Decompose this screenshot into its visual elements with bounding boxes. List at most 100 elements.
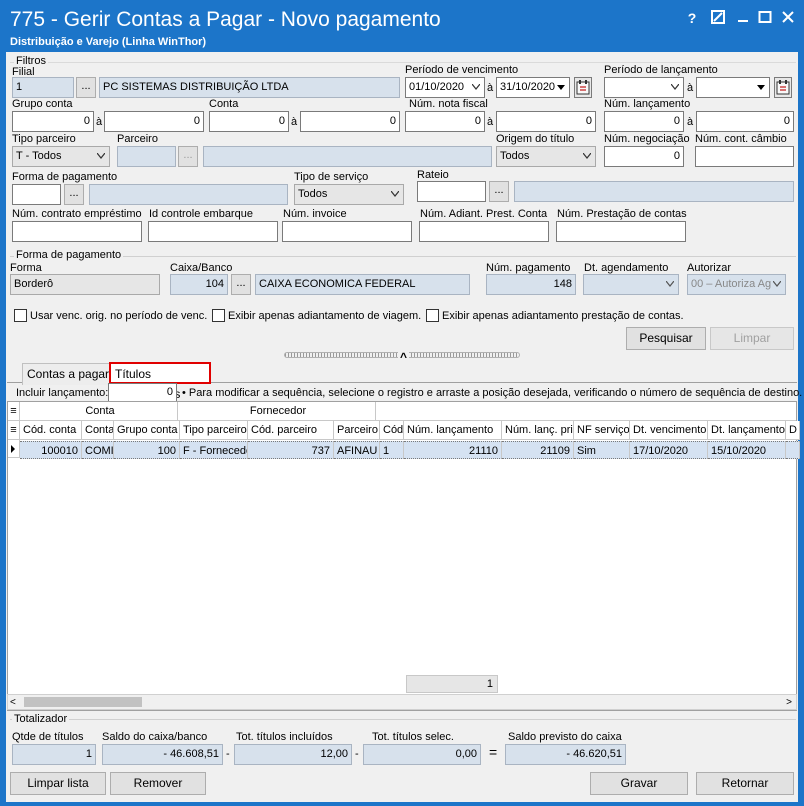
filial-search-button[interactable]: ...	[76, 77, 96, 98]
previsto-input[interactable]: - 46.620,51	[505, 744, 626, 765]
column-header[interactable]: Dt. vencimento	[630, 421, 708, 440]
periodo-venc-to-combo[interactable]: 31/10/2020	[496, 77, 570, 98]
contrato-input[interactable]	[12, 221, 142, 242]
dt-agend-combo[interactable]	[583, 274, 679, 295]
origem-combo[interactable]: Todos	[496, 146, 596, 167]
conta-from-input[interactable]: 0	[209, 111, 289, 132]
maximize-icon[interactable]	[757, 10, 773, 26]
usar-venc-checkbox[interactable]	[14, 309, 27, 322]
table-cell[interactable]: 1	[380, 441, 404, 459]
forma-pag-search-button[interactable]: ...	[64, 184, 84, 205]
prestacao-input[interactable]	[556, 221, 686, 242]
restore-icon[interactable]	[710, 10, 726, 26]
nota-to-input[interactable]: 0	[496, 111, 596, 132]
minimize-icon[interactable]	[735, 10, 751, 26]
tab-contas-a-pagar[interactable]: Contas a pagar	[22, 363, 115, 385]
table-cell[interactable]: 21110	[404, 441, 502, 459]
calendar-lanc-button[interactable]	[774, 77, 792, 98]
grid-column-menu-icon[interactable]: ≡	[8, 421, 20, 440]
scroll-thumb[interactable]	[24, 697, 142, 707]
scroll-right-icon[interactable]: >	[786, 697, 792, 708]
periodo-lanc-to-combo[interactable]	[696, 77, 770, 98]
negociacao-input[interactable]: 0	[604, 146, 684, 167]
rateio-name-input[interactable]	[514, 181, 794, 202]
table-cell[interactable]: 100010	[20, 441, 82, 459]
column-header[interactable]: Grupo conta	[114, 421, 180, 440]
table-cell[interactable]: 17/10/2020	[630, 441, 708, 459]
table-cell[interactable]	[786, 441, 800, 459]
help-button[interactable]: ?	[684, 10, 700, 26]
invoice-input[interactable]	[282, 221, 412, 242]
adiant-input[interactable]	[419, 221, 549, 242]
column-header[interactable]: D	[786, 421, 800, 440]
grupo-conta-from-input[interactable]: 0	[12, 111, 94, 132]
caixa-search-button[interactable]: ...	[231, 274, 251, 295]
grid-menu-icon[interactable]: ≡	[8, 402, 20, 421]
cambio-input[interactable]	[695, 146, 794, 167]
table-cell[interactable]: 737	[248, 441, 334, 459]
column-header[interactable]: Cód. conta	[20, 421, 82, 440]
forma-pag-code-input[interactable]	[12, 184, 61, 205]
adiant-prestacao-checkbox[interactable]	[426, 309, 439, 322]
column-header[interactable]: Conta	[82, 421, 114, 440]
incl-input[interactable]: 12,00	[234, 744, 352, 765]
calendar-venc-button[interactable]	[574, 77, 592, 98]
column-header[interactable]: NF serviço	[574, 421, 630, 440]
parceiro-code-input[interactable]	[117, 146, 176, 167]
embarque-input[interactable]	[148, 221, 278, 242]
table-cell[interactable]: 21109	[502, 441, 574, 459]
incluir-input[interactable]: 0	[108, 383, 177, 402]
filial-code-input[interactable]: 1	[12, 77, 74, 98]
periodo-lanc-from-combo[interactable]	[604, 77, 684, 98]
pesquisar-button[interactable]: Pesquisar	[626, 327, 706, 350]
retornar-button[interactable]: Retornar	[696, 772, 794, 795]
limpar-lista-button[interactable]: Limpar lista	[10, 772, 106, 795]
table-cell[interactable]: 15/10/2020	[708, 441, 786, 459]
column-header[interactable]: Cód. parceiro	[248, 421, 334, 440]
forma-pag-name-input[interactable]	[89, 184, 288, 205]
autorizar-combo[interactable]: 00 – Autoriza Ag	[687, 274, 786, 295]
adiant-viagem-checkbox[interactable]	[212, 309, 225, 322]
rateio-code-input[interactable]	[417, 181, 486, 202]
grid-hscrollbar[interactable]: < >	[7, 694, 797, 710]
forma-input[interactable]: Borderô	[10, 274, 160, 295]
rateio-search-button[interactable]: ...	[489, 181, 509, 202]
collapse-chevron-icon[interactable]: ^	[398, 351, 410, 364]
lanc-to-input[interactable]: 0	[696, 111, 794, 132]
caixa-name-input[interactable]: CAIXA ECONOMICA FEDERAL	[255, 274, 470, 295]
parceiro-name-input[interactable]	[203, 146, 492, 167]
band-fornecedor: Fornecedor	[178, 402, 376, 421]
caixa-code-input[interactable]: 104	[170, 274, 228, 295]
table-cell[interactable]: AFINAU	[334, 441, 380, 459]
filial-name-input[interactable]: PC SISTEMAS DISTRIBUIÇÃO LTDA	[99, 77, 400, 98]
column-header[interactable]: Dt. lançamento	[708, 421, 786, 440]
nota-from-input[interactable]: 0	[405, 111, 485, 132]
lanc-from-input[interactable]: 0	[604, 111, 684, 132]
gravar-button[interactable]: Gravar	[590, 772, 688, 795]
parceiro-search-button[interactable]: ...	[178, 146, 198, 167]
periodo-venc-from-combo[interactable]: 01/10/2020	[405, 77, 485, 98]
titulos-grid[interactable]: ≡ Conta Fornecedor ≡ Cód. conta Conta Grupo…	[7, 401, 800, 711]
saldo-input[interactable]: - 46.608,51	[102, 744, 223, 765]
close-icon[interactable]	[780, 10, 796, 26]
table-cell[interactable]: 100	[114, 441, 180, 459]
tab-titulos-confirmados[interactable]: Títulos confirmados	[109, 362, 211, 401]
column-header[interactable]: Tipo parceiro	[180, 421, 248, 440]
column-header[interactable]: Parceiro	[334, 421, 380, 440]
column-header[interactable]: Núm. lanç. prir	[502, 421, 574, 440]
table-cell[interactable]: COMIS	[82, 441, 114, 459]
scroll-left-icon[interactable]: <	[10, 697, 16, 708]
table-cell[interactable]: F - Fornecedo	[180, 441, 248, 459]
selec-input[interactable]: 0,00	[363, 744, 481, 765]
grupo-conta-to-input[interactable]: 0	[104, 111, 204, 132]
column-header[interactable]: Cód	[380, 421, 404, 440]
tipo-servico-combo[interactable]: Todos	[294, 184, 404, 205]
tipo-parceiro-combo[interactable]: T - Todos	[12, 146, 110, 167]
qtde-input[interactable]: 1	[12, 744, 96, 765]
table-cell[interactable]: Sim	[574, 441, 630, 459]
limpar-button[interactable]: Limpar	[710, 327, 794, 350]
conta-to-input[interactable]: 0	[300, 111, 400, 132]
column-header[interactable]: Núm. lançamento	[404, 421, 502, 440]
num-pag-input[interactable]: 148	[486, 274, 576, 295]
remover-button[interactable]: Remover	[110, 772, 206, 795]
